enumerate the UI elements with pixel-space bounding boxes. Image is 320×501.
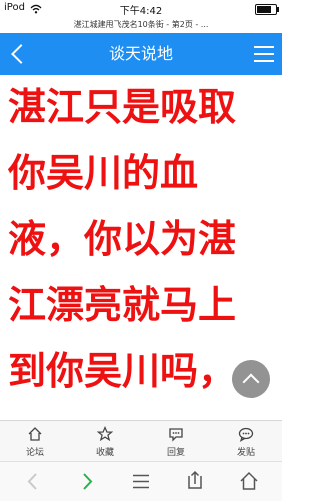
status-bar: iPod 下午4:42 bbox=[0, 0, 282, 18]
post-line: 液，你以为湛 bbox=[8, 217, 237, 261]
battery-icon bbox=[255, 4, 279, 15]
back-arrow-icon[interactable] bbox=[5, 462, 61, 501]
tab-forum[interactable]: 论坛 bbox=[0, 421, 70, 461]
tab-reply[interactable]: 回复 bbox=[141, 421, 211, 461]
tab-label: 论坛 bbox=[25, 448, 44, 458]
back-button[interactable] bbox=[6, 42, 30, 66]
tab-new-post[interactable]: 发贴 bbox=[211, 421, 281, 461]
menu-icon[interactable] bbox=[113, 462, 169, 501]
forward-arrow-icon[interactable] bbox=[59, 462, 115, 501]
star-icon bbox=[97, 426, 113, 442]
tab-label: 回复 bbox=[166, 448, 185, 458]
tab-label: 发贴 bbox=[236, 448, 255, 458]
tab-label: 收藏 bbox=[95, 448, 114, 458]
bottom-tab-bar: 论坛 收藏 回复 发贴 bbox=[0, 420, 282, 461]
browser-toolbar bbox=[0, 461, 282, 501]
post-line: 你吴川的血 bbox=[8, 151, 199, 195]
share-icon[interactable] bbox=[167, 462, 223, 501]
home-icon bbox=[28, 427, 42, 441]
page-url[interactable]: 湛江城建甩飞茂名10条街 - 第2页 - ... bbox=[0, 18, 282, 32]
home-icon[interactable] bbox=[221, 462, 277, 501]
post-line: 湛江只是吸取 bbox=[8, 85, 237, 129]
tab-favorites[interactable]: 收藏 bbox=[70, 421, 140, 461]
app-header: 谈天说地 bbox=[0, 33, 282, 75]
page-title: 谈天说地 bbox=[108, 44, 173, 63]
scroll-to-top-button[interactable] bbox=[232, 360, 270, 398]
comment-icon bbox=[169, 428, 183, 442]
hamburger-menu-icon[interactable] bbox=[254, 45, 274, 63]
post-line: 江漂亮就马上 bbox=[8, 283, 237, 327]
chat-icon bbox=[238, 427, 254, 442]
status-time: 下午4:42 bbox=[119, 6, 163, 17]
